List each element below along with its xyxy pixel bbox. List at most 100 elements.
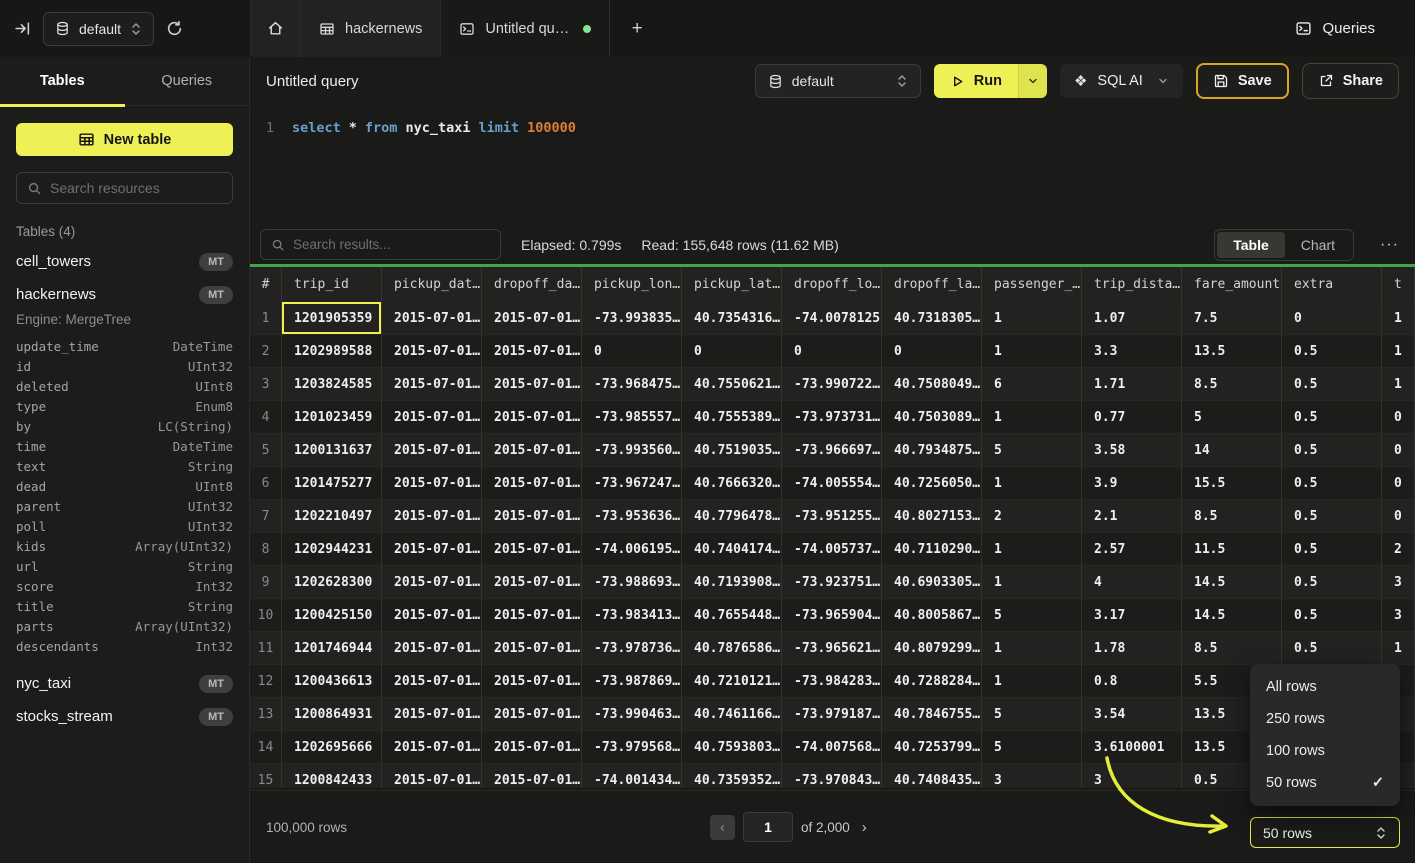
table-cell[interactable]: 8.5 [1182, 632, 1282, 665]
table-cell[interactable]: 2015-07-01… [482, 632, 582, 665]
table-cell[interactable]: 40.7408435… [882, 764, 982, 788]
row-number[interactable]: 13 [250, 698, 282, 731]
table-cell[interactable]: 3.3 [1082, 335, 1182, 368]
table-cell[interactable]: 14 [1182, 434, 1282, 467]
table-cell[interactable]: 0.5 [1282, 434, 1382, 467]
column-header[interactable]: fare_amount [1182, 267, 1282, 302]
table-cell[interactable]: 5 [982, 434, 1082, 467]
row-number[interactable]: 7 [250, 500, 282, 533]
row-number[interactable]: 12 [250, 665, 282, 698]
table-cell[interactable]: -73.984283… [782, 665, 882, 698]
table-cell[interactable]: 40.7503089… [882, 401, 982, 434]
table-cell[interactable]: -73.973731… [782, 401, 882, 434]
page-size-option[interactable]: 250 rows [1250, 703, 1400, 735]
table-cell[interactable]: 1201905359 [282, 302, 382, 335]
table-cell[interactable]: 40.8027153… [882, 500, 982, 533]
tab-hackernews[interactable]: hackernews [300, 0, 440, 57]
column-header[interactable]: dropoff_la… [882, 267, 982, 302]
table-cell[interactable]: 2015-07-01… [482, 434, 582, 467]
table-cell[interactable]: 0 [1282, 302, 1382, 335]
table-cell[interactable]: 2015-07-01… [382, 500, 482, 533]
table-cell[interactable]: 3.54 [1082, 698, 1182, 731]
table-cell[interactable]: 1 [982, 665, 1082, 698]
table-cell[interactable]: 40.7666320… [682, 467, 782, 500]
table-cell[interactable]: 40.7655448… [682, 599, 782, 632]
table-cell[interactable]: -73.978736… [582, 632, 682, 665]
table-cell[interactable]: 0.8 [1082, 665, 1182, 698]
row-number[interactable]: 10 [250, 599, 282, 632]
table-cell[interactable]: 1.07 [1082, 302, 1182, 335]
topbar-database-selector[interactable]: default [43, 12, 154, 46]
table-cell[interactable]: 40.6903305… [882, 566, 982, 599]
table-cell[interactable]: -73.979187… [782, 698, 882, 731]
table-cell[interactable]: 2015-07-01… [482, 467, 582, 500]
table-cell[interactable]: 2015-07-01… [382, 467, 482, 500]
table-cell[interactable]: -74.006195… [582, 533, 682, 566]
table-cell[interactable]: -73.967247… [582, 467, 682, 500]
table-cell[interactable]: 2015-07-01… [382, 698, 482, 731]
table-cell[interactable]: 14.5 [1182, 599, 1282, 632]
table-cell[interactable]: 1202628300 [282, 566, 382, 599]
table-cell[interactable]: -73.993560… [582, 434, 682, 467]
table-cell[interactable]: 40.7288284… [882, 665, 982, 698]
table-cell[interactable]: 1200842433 [282, 764, 382, 788]
sidebar-table-stocks-stream[interactable]: stocks_stream MT [16, 700, 233, 733]
table-cell[interactable]: 1.78 [1082, 632, 1182, 665]
table-cell[interactable]: -73.923751… [782, 566, 882, 599]
page-size-option[interactable]: 100 rows [1250, 735, 1400, 767]
table-cell[interactable]: 6 [982, 368, 1082, 401]
resources-search-input[interactable] [50, 180, 231, 196]
row-number[interactable]: 5 [250, 434, 282, 467]
table-cell[interactable]: 2015-07-01… [482, 500, 582, 533]
results-search[interactable] [260, 229, 501, 260]
table-cell[interactable]: 40.7519035… [682, 434, 782, 467]
table-cell[interactable]: 0.5 [1282, 467, 1382, 500]
table-cell[interactable]: -73.993835… [582, 302, 682, 335]
row-number[interactable]: 9 [250, 566, 282, 599]
table-cell[interactable]: 1 [1382, 368, 1415, 401]
column-header[interactable]: t [1382, 267, 1415, 302]
table-cell[interactable]: 3.6100001 [1082, 731, 1182, 764]
table-cell[interactable]: 3.58 [1082, 434, 1182, 467]
table-cell[interactable]: 2015-07-01… [482, 335, 582, 368]
table-cell[interactable]: 0.5 [1282, 368, 1382, 401]
table-cell[interactable]: 0 [1382, 401, 1415, 434]
row-number[interactable]: 14 [250, 731, 282, 764]
results-more-menu[interactable]: ··· [1374, 236, 1405, 254]
save-button[interactable]: Save [1196, 63, 1289, 99]
sidebar-table-nyc-taxi[interactable]: nyc_taxi MT [16, 667, 233, 700]
table-cell[interactable]: 15.5 [1182, 467, 1282, 500]
page-size-option[interactable]: 50 rows✓ [1250, 767, 1400, 799]
table-cell[interactable]: -73.990463… [582, 698, 682, 731]
table-cell[interactable]: 2015-07-01… [382, 434, 482, 467]
table-cell[interactable]: 5 [982, 698, 1082, 731]
table-cell[interactable]: 5 [982, 599, 1082, 632]
table-cell[interactable]: 1 [1382, 632, 1415, 665]
table-cell[interactable]: 3 [1082, 764, 1182, 788]
table-cell[interactable]: 1 [982, 302, 1082, 335]
table-cell[interactable]: 40.7508049… [882, 368, 982, 401]
table-cell[interactable]: 2015-07-01… [482, 599, 582, 632]
table-cell[interactable]: 0 [882, 335, 982, 368]
table-cell[interactable]: -73.966697… [782, 434, 882, 467]
view-tab-table[interactable]: Table [1217, 232, 1285, 258]
table-cell[interactable]: 0 [782, 335, 882, 368]
table-cell[interactable]: 40.7934875… [882, 434, 982, 467]
table-cell[interactable]: 11.5 [1182, 533, 1282, 566]
table-cell[interactable]: -74.007568… [782, 731, 882, 764]
table-cell[interactable]: 3 [1382, 566, 1415, 599]
table-cell[interactable]: 3 [1382, 599, 1415, 632]
table-cell[interactable]: 40.7193908… [682, 566, 782, 599]
table-cell[interactable]: 7.5 [1182, 302, 1282, 335]
table-cell[interactable]: 3.17 [1082, 599, 1182, 632]
table-cell[interactable]: -73.979568… [582, 731, 682, 764]
table-cell[interactable]: 2015-07-01… [382, 533, 482, 566]
table-cell[interactable]: 1200131637 [282, 434, 382, 467]
table-cell[interactable]: 40.7359352… [682, 764, 782, 788]
table-cell[interactable]: 40.7110290… [882, 533, 982, 566]
resources-search[interactable] [16, 172, 233, 204]
table-cell[interactable]: 2015-07-01… [482, 401, 582, 434]
table-cell[interactable]: -73.990722… [782, 368, 882, 401]
table-cell[interactable]: 1200864931 [282, 698, 382, 731]
table-cell[interactable]: 40.7550621… [682, 368, 782, 401]
